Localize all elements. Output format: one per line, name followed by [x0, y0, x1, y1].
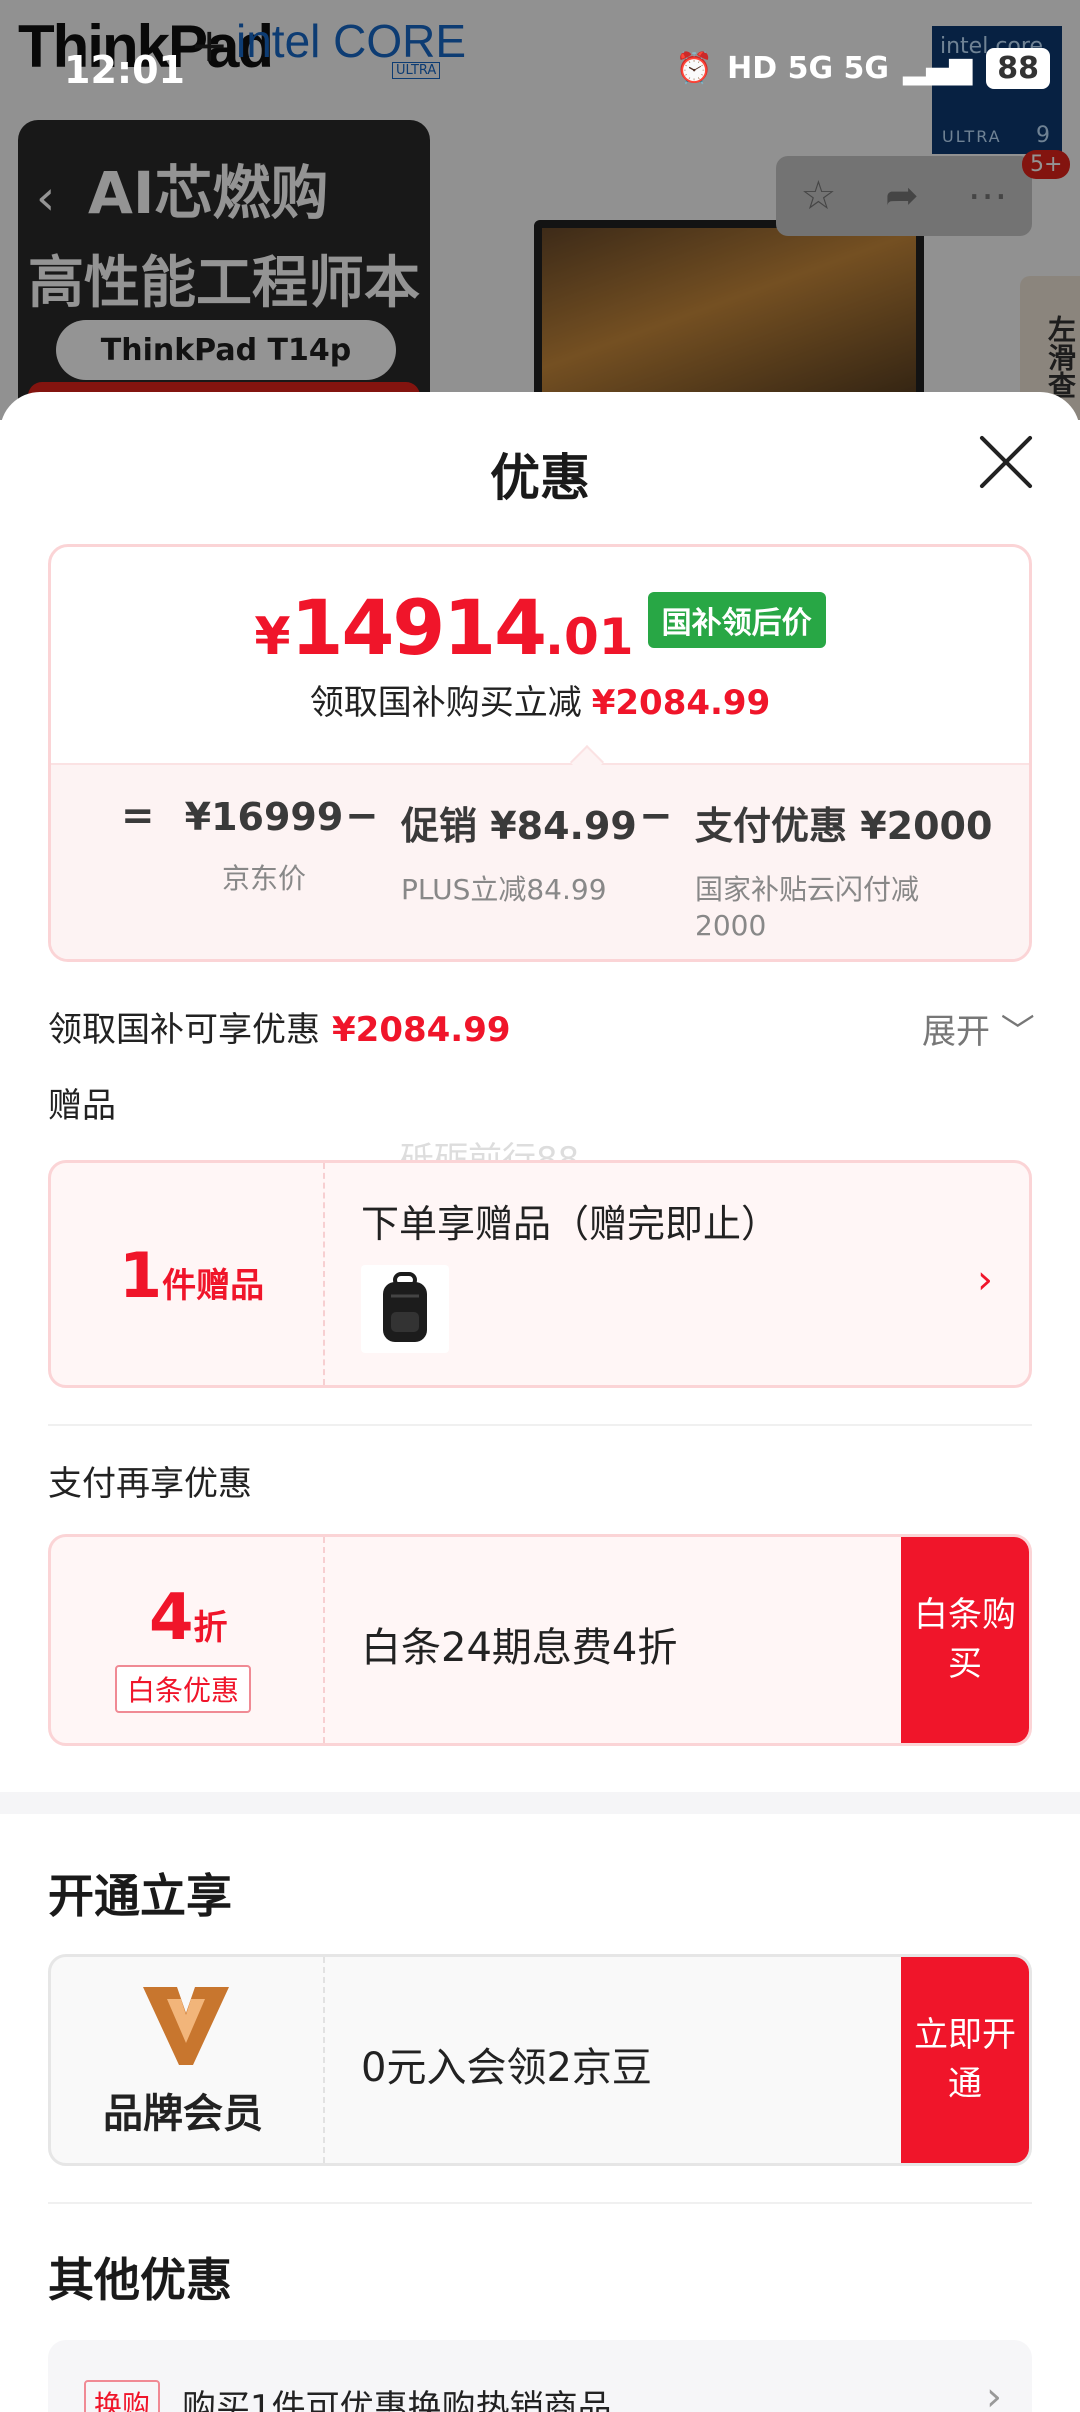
equals-sign: = [121, 793, 155, 839]
join-now-button[interactable]: 立即开通 [901, 1957, 1029, 2163]
brand-membership-card: 品牌会员 0元入会领2京豆 立即开通 [48, 1954, 1032, 2166]
brand-v-logo-icon [143, 1987, 229, 2065]
discount-unit: 折 [193, 1608, 228, 1648]
subsidy-benefit-row: 领取国补可享优惠 ¥2084.99 [48, 1002, 511, 1051]
gift-count-panel: 1件赠品 [51, 1163, 325, 1385]
baitiao-offer-card: 4折 白条优惠 白条24期息费4折 白条购买 [48, 1534, 1032, 1746]
baitiao-offer-text: 白条24期息费4折 [361, 1625, 678, 1671]
gift-title: 下单享赠品（赠完即止） [361, 1202, 780, 1246]
battery-indicator: 88 [986, 48, 1050, 89]
chevron-right-icon[interactable]: › [977, 1257, 993, 1303]
breakdown-payment-discount: 支付优惠 ¥2000 国家补贴云闪付减 2000 [695, 795, 995, 945]
baitiao-tag: 白条优惠 [115, 1665, 252, 1713]
final-price: ¥ 14914 .01 国补领后价 [51, 583, 1029, 672]
minus-sign: − [345, 793, 379, 839]
gifts-section-label: 赠品 [48, 1086, 116, 1126]
close-icon[interactable] [976, 432, 1036, 492]
divider [48, 2202, 1032, 2204]
subsidy-reduction-value: ¥2084.99 [591, 683, 771, 723]
status-bar: 12:01 ⏰ HD 5G 5G ▂▄▆ 88 [0, 0, 1080, 140]
promotion-label: PLUS立减84.99 [401, 873, 607, 906]
promotion-value: 促销 ¥84.99 [401, 804, 637, 848]
price-currency: ¥ [254, 607, 291, 667]
price-decimal: .01 [545, 608, 634, 666]
baitiao-buy-button[interactable]: 白条购买 [901, 1537, 1029, 1743]
price-integer: 14914 [290, 583, 547, 672]
breakdown-promotion: 促销 ¥84.99 PLUS立减84.99 [401, 795, 637, 908]
discount-number: 4 [149, 1581, 194, 1655]
price-summary-card: ¥ 14914 .01 国补领后价 领取国补购买立减 ¥2084.99 = ¥16… [48, 544, 1032, 962]
divider [48, 1424, 1032, 1426]
payment-discount-value: 支付优惠 ¥2000 [695, 804, 993, 848]
membership-offer-text: 0元入会领2京豆 [361, 2045, 652, 2091]
trade-up-offer-row[interactable]: 换购 购买1件可优惠换购热销商品 › [48, 2340, 1032, 2412]
subsidy-price-tag: 国补领后价 [647, 591, 826, 648]
trade-up-tag: 换购 [84, 2380, 161, 2412]
trade-up-text: 购买1件可优惠换购热销商品 [182, 2388, 612, 2412]
sheet-title: 优惠 [490, 449, 590, 507]
alarm-icon: ⏰ [675, 51, 714, 86]
status-time: 12:01 [64, 48, 185, 92]
jd-price-label: 京东价 [221, 862, 306, 895]
subsidy-reduction-label: 领取国补购买立减 [309, 683, 582, 723]
discount-rate: 4折 [149, 1581, 228, 1655]
jd-price-value: ¥16999 [184, 795, 344, 839]
price-breakdown: = ¥16999 京东价 − 促销 ¥84.99 PLUS立减84.99 − 支… [51, 763, 1029, 959]
gift-count: 1件赠品 [119, 1239, 264, 1312]
membership-logo-panel: 品牌会员 [51, 1957, 325, 2163]
discount-panel: 4折 白条优惠 [51, 1537, 325, 1743]
final-price-area: ¥ 14914 .01 国补领后价 领取国补购买立减 ¥2084.99 [51, 547, 1029, 763]
signal-icon: ▂▄▆ [903, 51, 973, 86]
membership-section-title: 开通立享 [48, 1869, 232, 1923]
section-gap [0, 1792, 1080, 1814]
subsidy-benefit-value: ¥2084.99 [332, 1010, 511, 1050]
chevron-right-icon: › [986, 2374, 1002, 2412]
gift-card[interactable]: 1件赠品 下单享赠品（赠完即止） › [48, 1160, 1032, 1388]
subsidy-reduction-line: 领取国补购买立减 ¥2084.99 [51, 675, 1029, 724]
other-offers-section-title: 其他优惠 [48, 2253, 232, 2307]
backpack-icon [383, 1272, 427, 1342]
minus-sign: − [639, 793, 673, 839]
gift-count-unit: 件赠品 [162, 1266, 265, 1306]
subsidy-benefit-label: 领取国补可享优惠 [48, 1010, 320, 1050]
gift-count-number: 1 [119, 1239, 163, 1312]
status-icons: ⏰ HD 5G 5G ▂▄▆ 88 [676, 48, 1050, 89]
discount-sheet: 优惠 ¥ 14914 .01 国补领后价 领取国补购买立减 ¥2084.99 = … [0, 392, 1080, 2412]
expand-button[interactable]: 展开 ﹀ [922, 1004, 1035, 1053]
breakdown-jd-price: ¥16999 京东价 [179, 795, 349, 897]
payment-section-label: 支付再享优惠 [48, 1464, 252, 1504]
network-indicator: HD 5G 5G [727, 51, 890, 86]
brand-membership-label: 品牌会员 [103, 2091, 263, 2137]
backpack-thumbnail[interactable] [361, 1265, 449, 1353]
payment-discount-label: 国家补贴云闪付减 2000 [695, 873, 920, 943]
